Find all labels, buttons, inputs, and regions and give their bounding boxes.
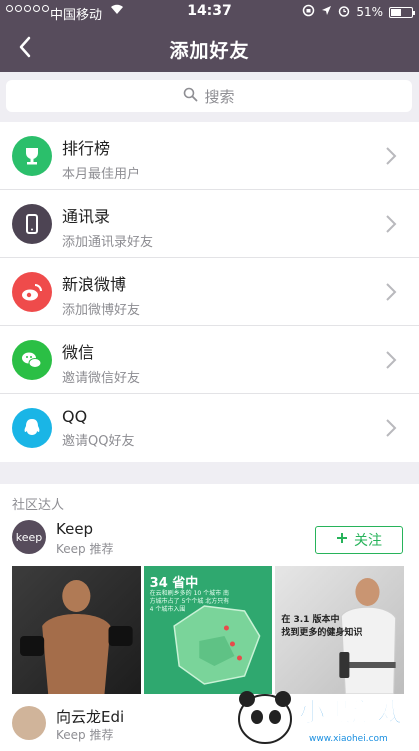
header: 中国移动 14:37 51% 添加好友 <box>0 0 419 72</box>
avatar <box>12 706 46 740</box>
list-item-subtitle: 添加微博好友 <box>62 303 141 318</box>
photo-caption: 在 3.1 版本中 找到更多的健身知识 <box>281 614 362 640</box>
status-bar: 中国移动 14:37 51% <box>0 0 419 24</box>
chevron-right-icon <box>386 215 397 233</box>
friend-source-list: 排行榜 本月最佳用户 通讯录 添加通讯录好友 新浪微博 添加微博好友 微信 邀请… <box>0 122 419 462</box>
location-icon <box>321 5 332 19</box>
phone-icon <box>12 204 52 244</box>
list-item-title: 排行榜 <box>62 139 111 158</box>
svg-text:www.xiaohei.com: www.xiaohei.com <box>309 734 388 744</box>
list-item-title: 新浪微博 <box>62 275 127 294</box>
alarm-icon <box>338 5 350 20</box>
list-item-subtitle: 邀请微信好友 <box>62 371 141 386</box>
photo-bodybuilder[interactable] <box>12 566 141 694</box>
list-item-title: QQ <box>62 407 88 426</box>
search-placeholder: 搜索 <box>204 87 235 106</box>
section-title: 社区达人 <box>12 498 65 513</box>
chevron-right-icon <box>386 283 397 301</box>
list-item-subtitle: 邀请QQ好友 <box>62 434 135 449</box>
chevron-right-icon <box>386 147 397 165</box>
search-icon <box>183 87 198 106</box>
battery-percent: 51% <box>356 5 383 19</box>
user-name: 向云龙Edi <box>56 708 125 726</box>
page-title: 添加好友 <box>169 40 250 62</box>
user-subtitle: Keep 推荐 <box>56 728 114 742</box>
chevron-right-icon <box>386 351 397 369</box>
weibo-icon <box>12 272 52 312</box>
caption-line-2: 找到更多的健身知识 <box>281 628 363 638</box>
list-item-qq[interactable]: QQ 邀请QQ好友 <box>0 394 419 462</box>
list-item-title: 微信 <box>62 343 95 362</box>
avatar: keep <box>12 520 46 554</box>
map-title: 34 省中 <box>149 576 199 591</box>
trophy-icon <box>12 136 52 176</box>
svg-text:小黑游戏: 小黑游戏 <box>299 698 403 728</box>
list-item-weibo[interactable]: 新浪微博 添加微博好友 <box>0 258 419 326</box>
caption-line-1: 在 3.1 版本中 <box>281 615 340 625</box>
list-item-subtitle: 本月最佳用户 <box>62 167 141 182</box>
follow-label: 关注 <box>354 533 382 549</box>
plus-icon <box>336 532 348 548</box>
qq-icon <box>12 408 52 448</box>
list-item-contacts[interactable]: 通讯录 添加通讯录好友 <box>0 190 419 258</box>
user-name: Keep <box>56 520 94 538</box>
watermark-logo: 小黑游戏 www.xiaohei.com <box>225 679 415 749</box>
search-input[interactable]: 搜索 <box>6 80 412 112</box>
follow-button[interactable]: 关注 <box>315 526 403 554</box>
rotation-lock-icon <box>302 4 315 20</box>
chevron-right-icon <box>386 419 397 437</box>
search-area: 搜索 <box>0 72 419 122</box>
map-subtitle: 在云和刷乡多的 10 个城市 南方城市占了 5个个城 北方只有 4 个城市入围 <box>149 590 230 613</box>
list-item-title: 通讯录 <box>62 207 111 226</box>
list-item-subtitle: 添加通讯录好友 <box>62 235 154 250</box>
user-subtitle: Keep 推荐 <box>56 542 114 556</box>
photo-gallery: 34 省中 在云和刷乡多的 10 个城市 南方城市占了 5个个城 北方只有 4 … <box>12 566 405 694</box>
photo-map[interactable]: 34 省中 在云和刷乡多的 10 个城市 南方城市占了 5个个城 北方只有 4 … <box>143 566 273 694</box>
list-item-leaderboard[interactable]: 排行榜 本月最佳用户 <box>0 122 419 190</box>
wechat-icon <box>12 340 52 380</box>
photo-fitness-tip[interactable]: 在 3.1 版本中 找到更多的健身知识 <box>275 566 405 694</box>
list-item-wechat[interactable]: 微信 邀请微信好友 <box>0 326 419 394</box>
battery-icon <box>389 6 415 18</box>
